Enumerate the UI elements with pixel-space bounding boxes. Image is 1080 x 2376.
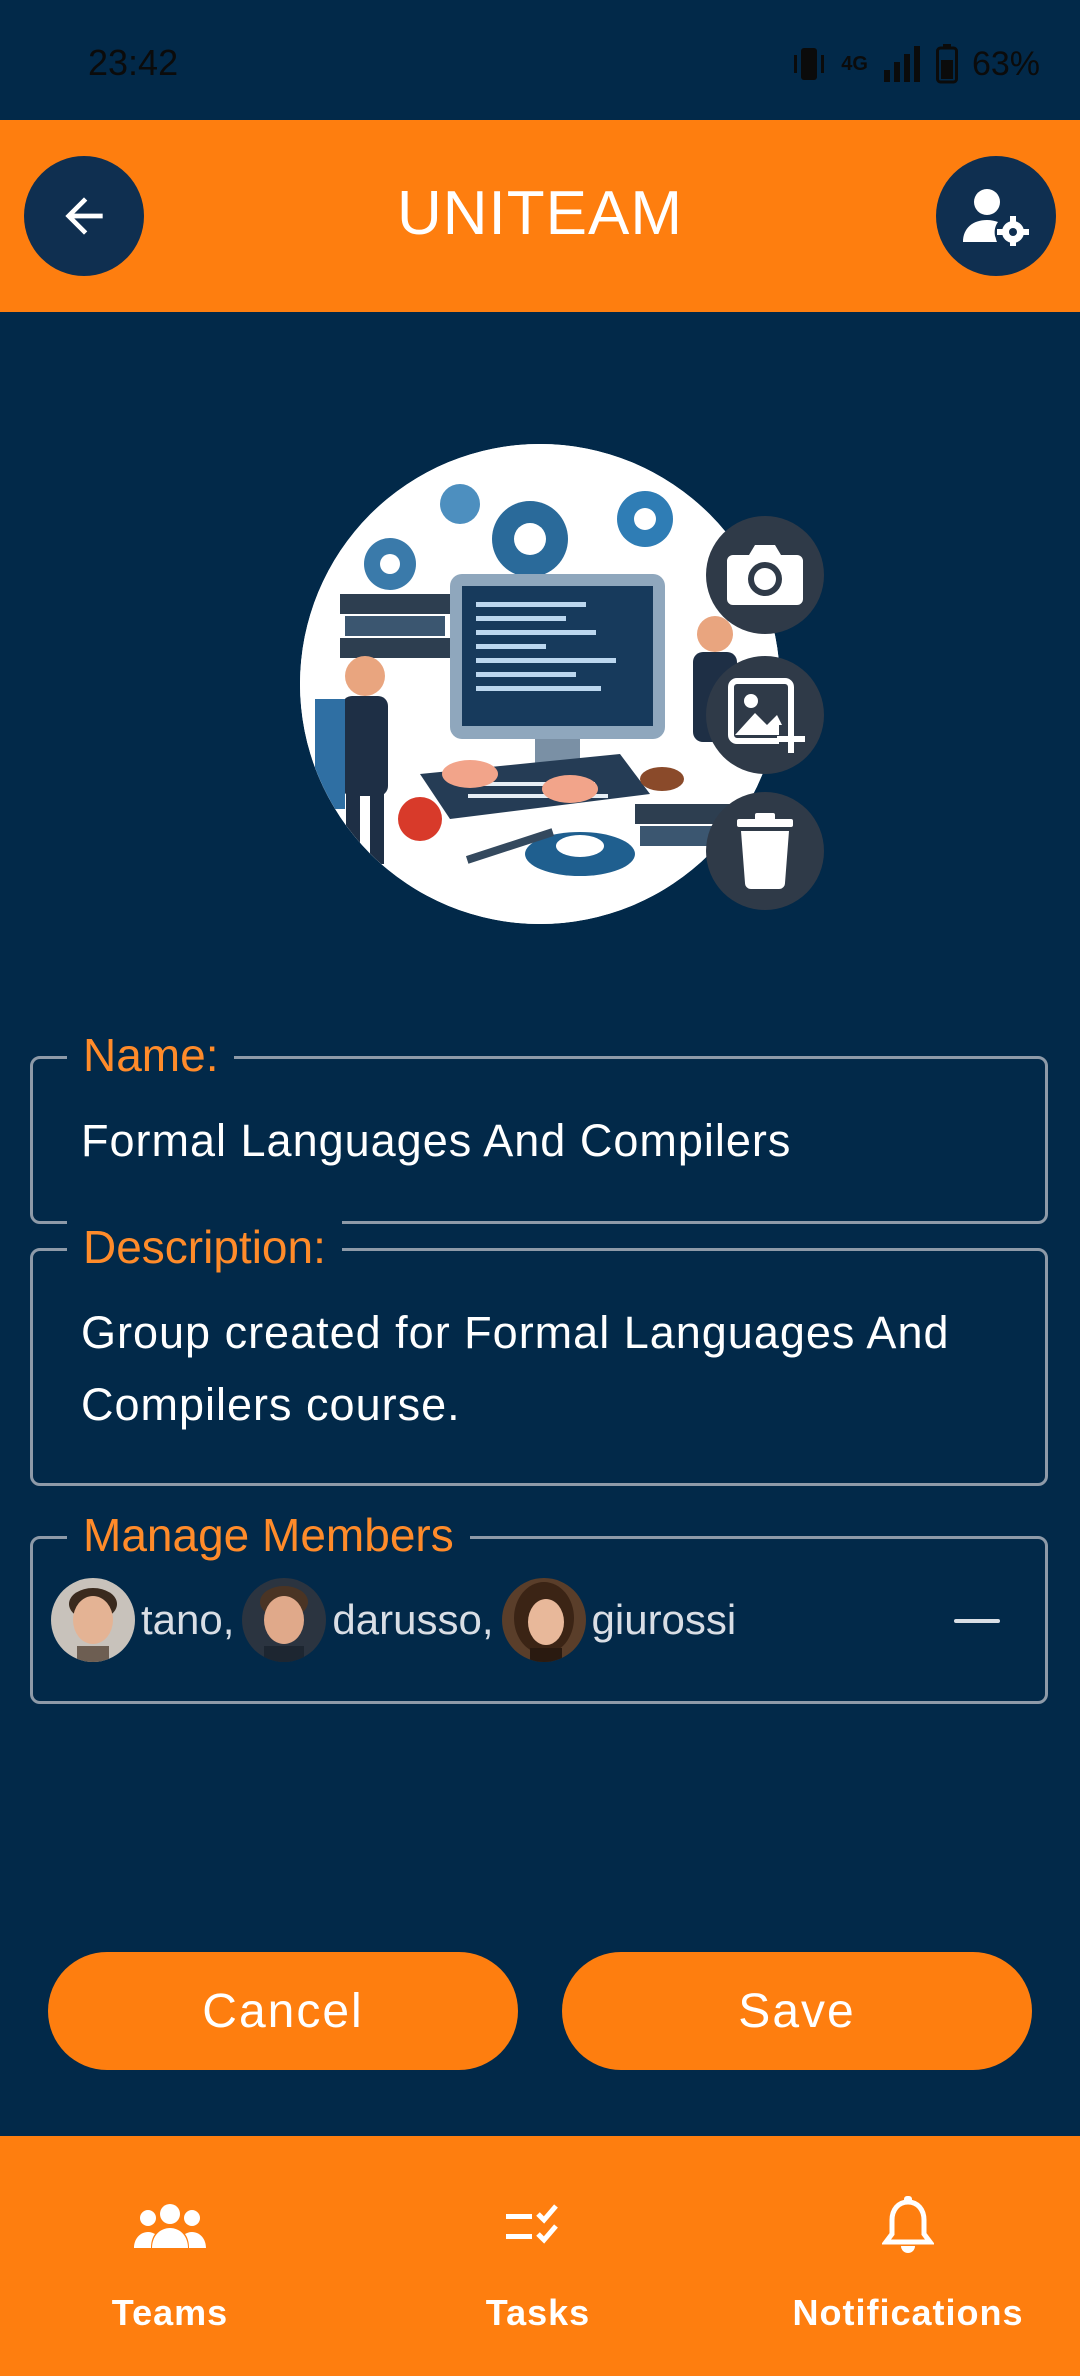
manage-members-field[interactable]: Manage Members tano, darusso, giurossi	[30, 1509, 1048, 1704]
choose-from-gallery-button[interactable]	[706, 656, 824, 774]
status-icons: 4G 63%	[791, 42, 1040, 86]
member-chip[interactable]: darusso,	[242, 1578, 494, 1662]
team-image-section	[300, 444, 824, 924]
member-name: darusso,	[332, 1596, 494, 1643]
take-photo-button[interactable]	[706, 516, 824, 634]
cancel-button[interactable]: Cancel	[48, 1952, 518, 2070]
name-label: Name:	[67, 1029, 235, 1081]
camera-icon	[727, 545, 803, 605]
member-name: tano,	[141, 1596, 235, 1643]
vibrate-icon	[794, 48, 825, 80]
nav-item-notifications[interactable]: Notifications	[758, 2186, 1058, 2334]
delete-image-button[interactable]	[706, 792, 824, 910]
status-bar: 23:42 4G 63%	[0, 0, 1080, 120]
avatar	[51, 1578, 135, 1662]
member-chip[interactable]: tano,	[51, 1578, 234, 1662]
battery-icon	[935, 44, 958, 84]
remove-member-button[interactable]	[953, 1609, 1001, 1633]
avatar	[501, 1578, 586, 1662]
app-title: UNITEAM	[397, 179, 683, 248]
status-time: 23:42	[88, 42, 179, 83]
description-label: Description:	[67, 1221, 342, 1273]
name-input[interactable]: Formal Languages And Compilers	[81, 1105, 1005, 1177]
save-button[interactable]: Save	[562, 1952, 1032, 2070]
checklist-icon	[506, 2204, 558, 2244]
trash-icon	[737, 813, 793, 889]
description-field[interactable]: Description: Group created for Formal La…	[30, 1221, 1048, 1486]
description-input[interactable]: Group created for Formal Languages And C…	[81, 1297, 1005, 1441]
member-name: giurossi	[591, 1596, 737, 1643]
battery-level: 63%	[971, 44, 1040, 83]
user-gear-icon	[963, 189, 1029, 246]
nav-label-teams: Teams	[111, 2292, 229, 2333]
nav-item-tasks[interactable]: Tasks	[388, 2186, 688, 2334]
name-field[interactable]: Name: Formal Languages And Compilers	[30, 1029, 1048, 1224]
nav-label-notifications: Notifications	[792, 2292, 1024, 2333]
app-bar: UNITEAM	[0, 120, 1080, 312]
avatar	[242, 1578, 327, 1662]
member-chip[interactable]: giurossi	[501, 1578, 737, 1662]
nav-label-tasks: Tasks	[485, 2292, 591, 2333]
group-icon	[134, 2204, 206, 2248]
add-photo-icon	[728, 678, 805, 753]
network-type: 4G	[841, 52, 868, 75]
manage-members-label: Manage Members	[67, 1509, 470, 1561]
members-list: tano, darusso, giurossi	[51, 1577, 744, 1663]
signal-icon	[883, 46, 920, 82]
bottom-navigation: Teams Tasks Notifications	[0, 2136, 1080, 2376]
user-settings-button[interactable]	[936, 156, 1056, 276]
minus-icon	[954, 1619, 1000, 1623]
nav-item-teams[interactable]: Teams	[20, 2186, 320, 2334]
bell-icon	[882, 2196, 934, 2253]
